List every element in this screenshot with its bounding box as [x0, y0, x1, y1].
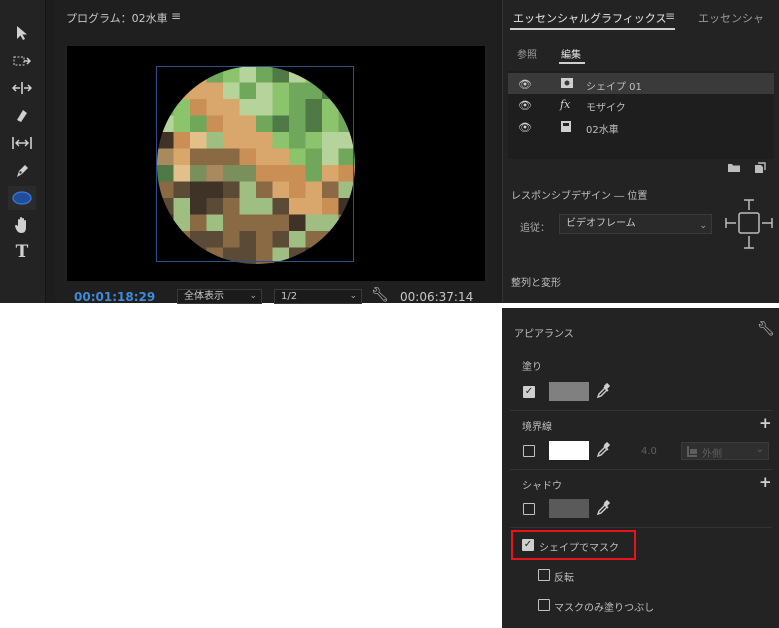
monitor-menu-icon[interactable]: ≡ [171, 9, 181, 23]
active-tab-indicator [510, 28, 675, 30]
new-layer-icon[interactable] [754, 162, 766, 177]
eyedropper-icon[interactable] [596, 499, 611, 520]
tab-essential-graphics[interactable]: エッセンシャルグラフィックス [513, 10, 666, 26]
resolution-dropdown-label: 1/2 [281, 291, 298, 302]
invert-label[interactable]: 反転 [554, 569, 574, 584]
layer-row[interactable]: 👁︎ シェイプ 01 [508, 73, 774, 94]
tab-browse[interactable]: 参照 [517, 46, 537, 61]
ripple-edit-tool-icon[interactable] [8, 77, 36, 99]
follow-label: 追従： [520, 223, 550, 234]
responsive-design-title: レスポンシブデザイン ― 位置 [511, 191, 648, 202]
chevron-down-icon: ⌄ [755, 444, 764, 455]
mask-fill-only-label[interactable]: マスクのみ塗りつぶし [554, 599, 654, 614]
hand-tool-icon[interactable] [8, 214, 36, 236]
tab-essential-second[interactable]: エッセンシャ [698, 10, 778, 26]
sequence-duration: 00:06:37:14 [400, 290, 474, 304]
pin-position-widget[interactable] [724, 198, 774, 250]
eye-icon[interactable]: 👁︎ [518, 121, 532, 134]
layer-name: シェイプ 01 [586, 82, 642, 93]
stroke-label: 境界線 [522, 422, 552, 433]
chevron-down-icon: ⌄ [249, 291, 257, 301]
resolution-dropdown[interactable]: 1/2 ⌄ [274, 289, 362, 304]
razor-tool-icon[interactable] [8, 104, 36, 126]
appearance-title: アピアランス [514, 329, 574, 340]
fill-checkbox[interactable]: ✓ [523, 386, 535, 398]
slip-tool-icon[interactable] [8, 132, 36, 154]
folder-icon[interactable] [727, 162, 741, 176]
type-tool-icon[interactable]: T [8, 241, 36, 263]
fit-dropdown[interactable]: 全体表示 ⌄ [177, 289, 262, 304]
follow-select[interactable]: ビデオフレーム ⌄ [559, 214, 712, 234]
wrench-icon[interactable]: 🔧︎ [371, 287, 389, 303]
stroke-color-swatch[interactable] [549, 441, 589, 460]
highlight-box [511, 530, 636, 560]
tools-panel: T [0, 0, 46, 303]
align-buttons-row[interactable] [560, 296, 700, 303]
layer-name: モザイク [586, 103, 626, 114]
fit-dropdown-label: 全体表示 [184, 291, 224, 302]
monitor-title[interactable]: プログラム：02水車 [66, 10, 168, 26]
eye-icon[interactable]: 👁︎ [518, 78, 532, 91]
panel-menu-icon[interactable]: ≡ [665, 9, 675, 23]
shape-bounding-box[interactable] [156, 66, 354, 262]
add-stroke-icon[interactable]: + [759, 414, 772, 432]
chevron-down-icon: ⌄ [349, 291, 357, 301]
mask-fill-only-checkbox[interactable] [538, 599, 550, 611]
stroke-checkbox[interactable] [523, 445, 535, 457]
follow-select-value: ビデオフレーム [566, 218, 636, 229]
edit-tab-indicator [559, 62, 585, 64]
selection-tool-icon[interactable] [8, 22, 36, 44]
shadow-color-swatch[interactable] [549, 499, 589, 518]
fill-label: 塗り [522, 362, 542, 373]
layer-row[interactable]: 👁︎ fx モザイク [508, 94, 774, 115]
fill-color-swatch[interactable] [549, 382, 589, 401]
stroke-width-value[interactable]: 4.0 [641, 446, 657, 457]
stroke-position-dropdown[interactable]: 外側 ⌄ [681, 442, 769, 460]
shadow-checkbox[interactable] [523, 503, 535, 515]
chevron-down-icon: ⌄ [699, 221, 707, 231]
eyedropper-icon[interactable] [596, 382, 611, 403]
eyedropper-icon[interactable] [596, 441, 611, 462]
shadow-label: シャドウ [522, 481, 562, 492]
ellipse-tool-icon[interactable] [8, 186, 36, 210]
divider [510, 469, 772, 470]
layer-row[interactable]: 👁︎ 02水車 [508, 116, 774, 137]
clip-layer-icon [560, 120, 572, 136]
track-select-tool-icon[interactable] [8, 50, 36, 72]
shape-layer-icon [560, 77, 574, 92]
pen-tool-icon[interactable] [8, 160, 36, 182]
add-shadow-icon[interactable]: + [759, 473, 772, 491]
fx-icon: fx [560, 98, 571, 111]
eye-icon[interactable]: 👁︎ [518, 99, 532, 112]
invert-checkbox[interactable] [538, 569, 550, 581]
divider [510, 527, 772, 528]
divider [510, 410, 772, 411]
align-transform-title: 整列と変形 [511, 278, 561, 289]
tab-edit[interactable]: 編集 [561, 46, 581, 61]
layer-name: 02水車 [586, 125, 619, 136]
wrench-icon[interactable]: 🔧︎ [757, 321, 775, 337]
current-timecode[interactable]: 00:01:18:29 [74, 290, 155, 304]
stroke-position-label: 外側 [702, 449, 722, 460]
